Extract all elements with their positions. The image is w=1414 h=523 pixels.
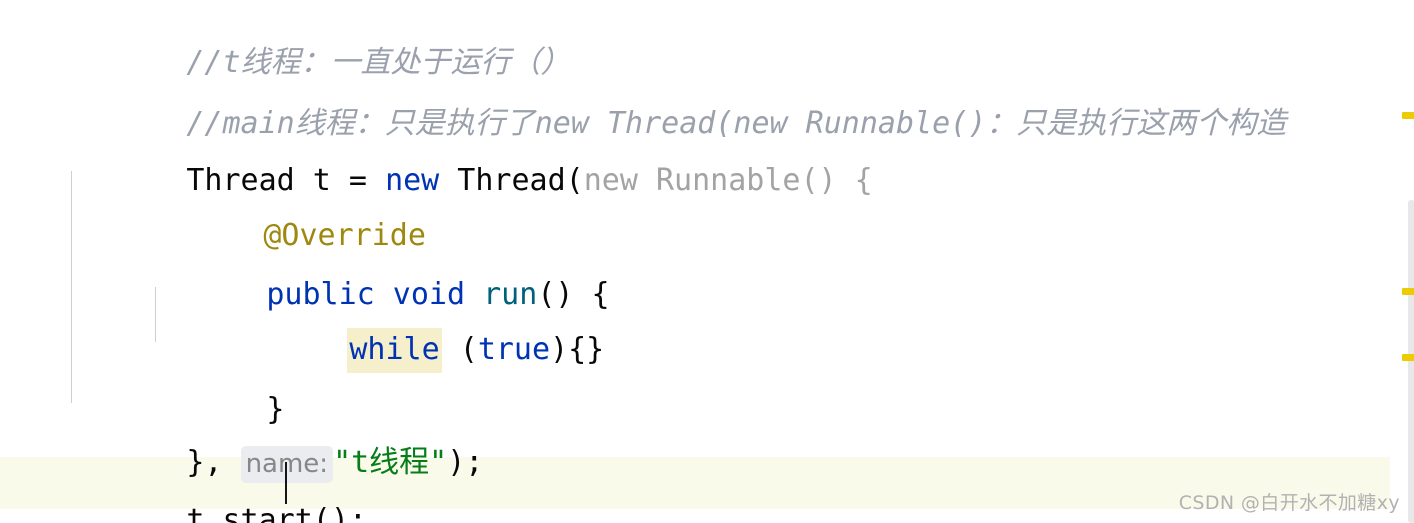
- csdn-watermark: CSDN @白开水不加糖xy: [1178, 492, 1400, 514]
- keyword-while-highlighted: while: [347, 328, 442, 373]
- code-token-start-call: t.start();: [186, 503, 367, 523]
- code-token-thread-call: Thread(: [439, 163, 584, 198]
- code-token-empty-block: ){}: [550, 332, 605, 367]
- scrollbar-thumb[interactable]: [1408, 200, 1414, 523]
- scrollbar-gutter[interactable]: [1390, 0, 1414, 523]
- code-editor[interactable]: //t线程：一直处于运行（） //main线程：只是执行了new Thread(…: [0, 0, 1414, 523]
- warning-stripe-marker[interactable]: [1402, 112, 1414, 119]
- code-token-open-paren: (: [441, 332, 478, 367]
- code-text-layer[interactable]: //t线程：一直处于运行（） //main线程：只是执行了new Thread(…: [0, 0, 1414, 523]
- warning-stripe-marker[interactable]: [1402, 354, 1414, 361]
- keyword-true: true: [477, 332, 551, 367]
- code-line-6[interactable]: while (true){}: [239, 299, 604, 401]
- dimmed-anonymous-class: new Runnable() {: [583, 163, 873, 198]
- text-caret: [285, 462, 287, 504]
- code-line-9[interactable]: t.start();: [78, 470, 367, 523]
- warning-stripe-marker[interactable]: [1402, 288, 1414, 295]
- code-token-statement-end: );: [447, 445, 484, 480]
